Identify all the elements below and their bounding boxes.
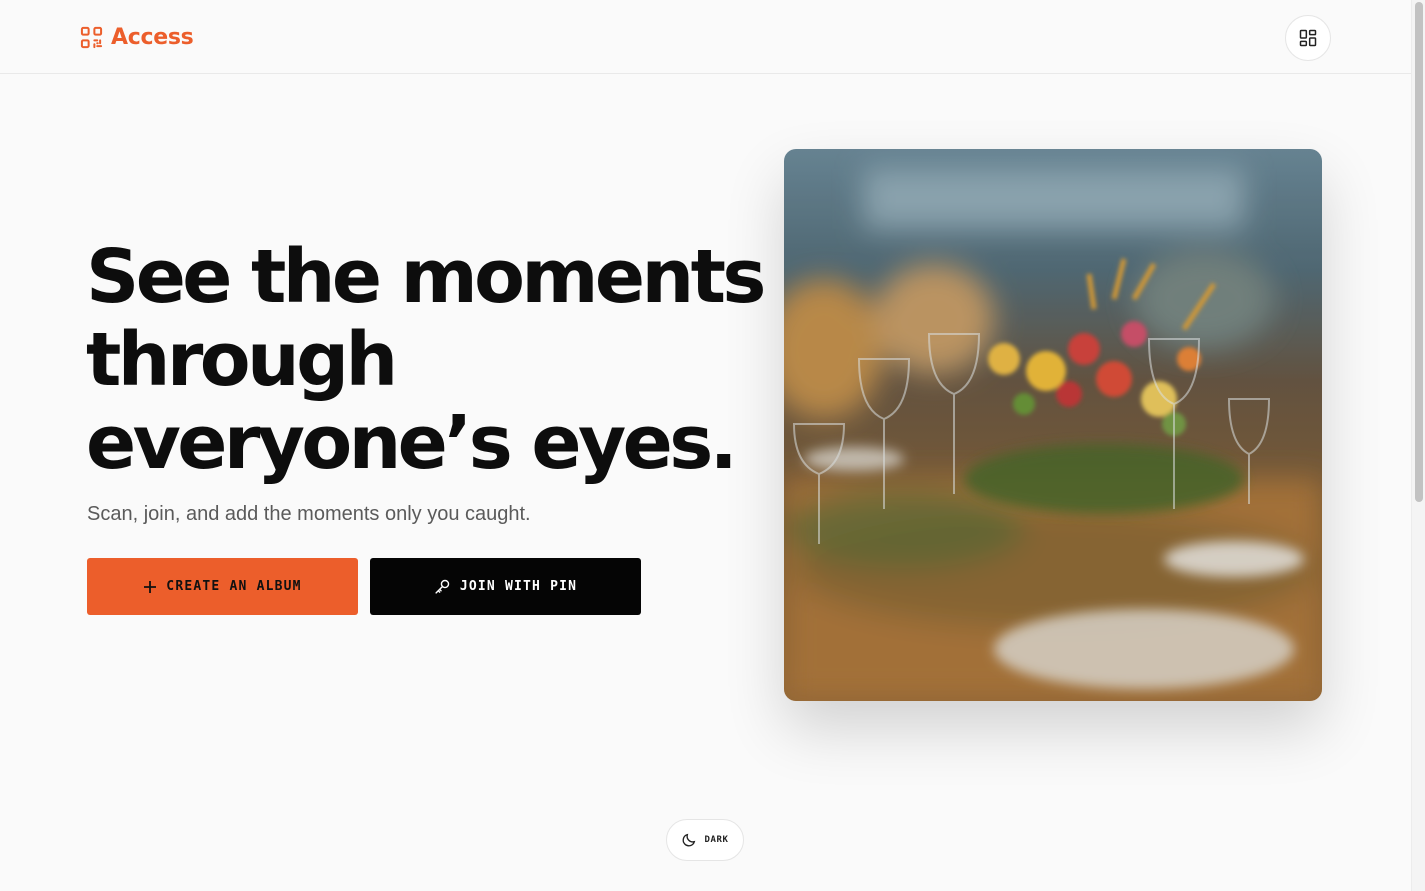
theme-toggle-label: DARK	[704, 835, 729, 845]
create-album-button[interactable]: CREATE AN ALBUM	[87, 558, 358, 615]
page-scrollbar[interactable]	[1411, 0, 1425, 891]
brand-name: Access	[111, 24, 194, 50]
grid-icon	[1299, 29, 1317, 47]
qr-code-icon	[80, 26, 103, 48]
create-album-label: CREATE AN ALBUM	[166, 579, 302, 594]
key-icon	[435, 579, 450, 594]
theme-toggle-button[interactable]: DARK	[666, 819, 744, 861]
scrollbar-thumb[interactable]	[1415, 2, 1423, 502]
join-with-pin-button[interactable]: JOIN WITH PIN	[370, 558, 641, 615]
headline-line: See the moments	[86, 234, 766, 320]
top-bar: Access	[0, 0, 1411, 74]
join-with-pin-label: JOIN WITH PIN	[459, 579, 578, 594]
banquet-table-photo	[784, 149, 1322, 701]
headline-line: everyone’s eyes.	[86, 400, 738, 486]
headline-line: through	[86, 317, 398, 403]
plus-icon	[144, 580, 157, 593]
hero-photo	[784, 149, 1322, 701]
moon-icon	[683, 833, 696, 847]
menu-button[interactable]	[1285, 15, 1331, 61]
brand-logo[interactable]: Access	[80, 22, 194, 52]
hero-headline: See the moments through everyone’s eyes.	[86, 236, 766, 485]
hero-subtitle: Scan, join, and add the moments only you…	[87, 503, 531, 525]
